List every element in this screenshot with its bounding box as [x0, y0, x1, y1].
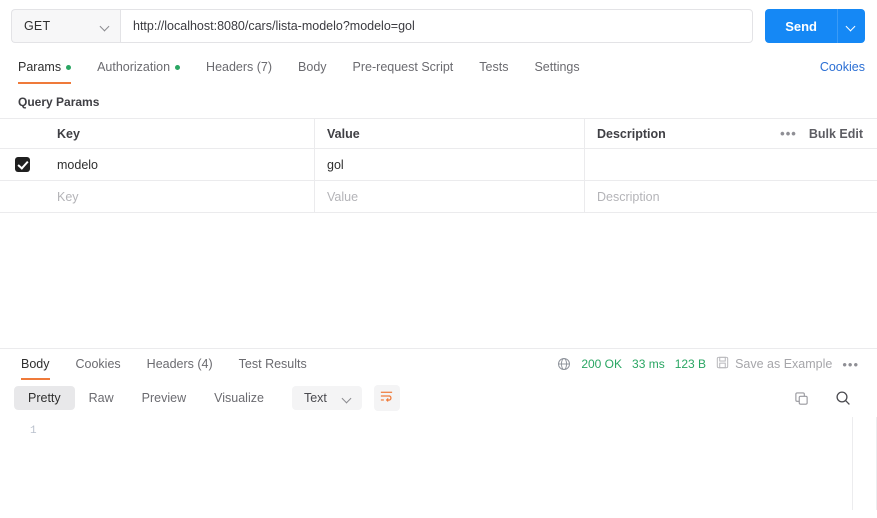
chevron-down-icon [343, 394, 352, 403]
response-more-options-icon[interactable]: ••• [842, 357, 859, 372]
modified-dot-icon [66, 64, 72, 70]
tab-label: Headers (4) [146, 357, 213, 371]
view-mode-preview[interactable]: Preview [128, 386, 200, 410]
row-enabled-checkbox[interactable] [15, 157, 30, 172]
tab-body[interactable]: Body [298, 52, 327, 82]
response-format-label: Text [303, 391, 327, 405]
response-format-select[interactable]: Text [291, 386, 362, 410]
save-icon [716, 356, 729, 372]
tab-pre-request-script[interactable]: Pre-request Script [353, 52, 454, 82]
new-value-input[interactable]: Value [315, 181, 585, 212]
chevron-down-icon [847, 22, 856, 31]
query-params-table: Key Value Description ••• Bulk Edit mode… [0, 118, 877, 213]
more-options-icon[interactable]: ••• [780, 126, 797, 141]
row-checkbox-cell [0, 181, 45, 212]
table-row-placeholder: Key Value Description [0, 181, 877, 213]
save-as-example-label: Save as Example [735, 357, 833, 371]
modified-dot-icon [175, 64, 181, 70]
view-mode-pretty[interactable]: Pretty [14, 386, 75, 410]
wrap-lines-button[interactable] [373, 385, 400, 411]
row-checkbox-cell [0, 149, 45, 180]
tab-headers[interactable]: Headers (7) [206, 52, 272, 82]
send-button[interactable]: Send [765, 9, 837, 43]
response-toolbar-actions [794, 390, 865, 406]
search-icon[interactable] [835, 390, 851, 406]
request-tabs: Params Authorization Headers (7) Body Pr… [0, 52, 877, 84]
response-tabs: Body Cookies Headers (4) Test Results 20… [0, 349, 877, 380]
http-method-select[interactable]: GET [11, 9, 120, 43]
row-description[interactable] [585, 149, 877, 180]
response-view-toolbar: Pretty Raw Preview Visualize Text [0, 379, 877, 417]
tab-tests[interactable]: Tests [479, 52, 508, 82]
response-tab-test-results[interactable]: Test Results [239, 349, 307, 379]
new-key-input[interactable]: Key [45, 181, 315, 212]
copy-icon[interactable] [794, 391, 809, 406]
header-description: Description [597, 126, 666, 141]
globe-icon[interactable] [557, 357, 571, 371]
view-mode-visualize[interactable]: Visualize [200, 386, 278, 410]
tab-label: Cookies [75, 357, 121, 371]
response-status-code: 200 OK [581, 357, 623, 371]
save-as-example-button[interactable]: Save as Example [716, 356, 832, 372]
http-method-label: GET [24, 19, 51, 33]
line-number: 1 [30, 425, 37, 437]
table-row: modelo gol [0, 149, 877, 181]
tab-params[interactable]: Params [18, 52, 72, 84]
header-key: Key [45, 119, 315, 148]
query-params-title: Query Params [18, 95, 100, 109]
chevron-down-icon [101, 22, 110, 31]
tab-label: Settings [534, 60, 580, 74]
response-body-viewer[interactable]: 1 [0, 417, 877, 510]
tab-label: Tests [479, 60, 509, 74]
row-key[interactable]: modelo [45, 149, 315, 180]
request-url-input[interactable] [120, 9, 754, 43]
table-actions: ••• Bulk Edit [767, 119, 877, 148]
response-pane: Body Cookies Headers (4) Test Results 20… [0, 349, 877, 518]
response-status-area: 200 OK 33 ms 123 B Save as Example ••• [557, 356, 865, 372]
wrap-lines-icon [379, 389, 394, 407]
header-value: Value [315, 119, 585, 148]
table-header-row: Key Value Description ••• Bulk Edit [0, 119, 877, 149]
new-description-input[interactable]: Description [585, 181, 877, 212]
postman-request-response-view: GET Send Params Authorization Headers (7… [0, 0, 877, 518]
tab-label: Body [298, 60, 327, 74]
tab-label: Params [18, 60, 62, 74]
tab-label: Headers (7) [206, 60, 273, 74]
response-view-mode-group: Pretty Raw Preview Visualize [14, 386, 278, 410]
tab-label: Test Results [238, 357, 307, 371]
url-bar: GET Send [0, 0, 877, 52]
response-tab-body[interactable]: Body [21, 349, 50, 380]
tab-label: Body [21, 357, 50, 371]
tab-label: Pre-request Script [352, 60, 454, 74]
response-time: 33 ms [632, 357, 665, 371]
response-tab-cookies[interactable]: Cookies [76, 349, 121, 379]
header-checkbox-cell [0, 119, 45, 148]
tab-label: Authorization [97, 60, 171, 74]
response-tab-headers[interactable]: Headers (4) [147, 349, 213, 379]
response-size: 123 B [674, 357, 707, 371]
row-value[interactable]: gol [315, 149, 585, 180]
tab-settings[interactable]: Settings [534, 52, 579, 82]
view-mode-raw[interactable]: Raw [75, 386, 128, 410]
send-options-button[interactable] [837, 9, 865, 43]
cookies-link[interactable]: Cookies [820, 60, 865, 74]
viewer-right-rule [852, 417, 853, 510]
tab-authorization[interactable]: Authorization [97, 52, 181, 82]
bulk-edit-button[interactable]: Bulk Edit [809, 127, 863, 141]
send-button-group: Send [765, 9, 865, 43]
